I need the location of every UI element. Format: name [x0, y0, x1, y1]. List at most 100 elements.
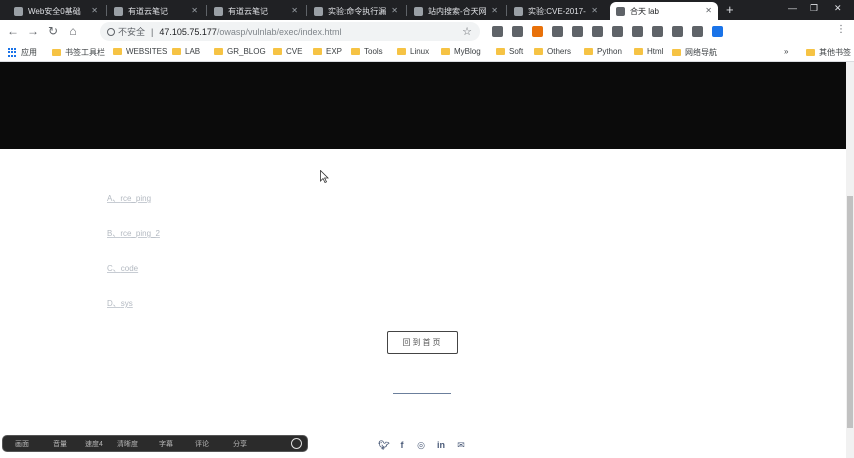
bookmarks-bar: 应用 书签工具栏 WEBSITES LAB GR_BLOG CVE EXP To…: [0, 43, 854, 62]
player-item[interactable]: 速度4: [85, 439, 103, 449]
player-item[interactable]: 评论: [195, 439, 209, 449]
close-window-button[interactable]: ✕: [834, 3, 842, 14]
bookmark-folder[interactable]: LAB: [172, 47, 200, 56]
player-item[interactable]: 分享: [233, 439, 247, 449]
bookmark-label: »: [784, 47, 789, 56]
link-rce-ping[interactable]: A、rce_ping: [107, 193, 151, 204]
tab-cve-lab[interactable]: 实验:CVE-2017- ✕: [508, 2, 604, 20]
folder-icon: [351, 48, 360, 55]
bookmark-folder[interactable]: GR_BLOG: [214, 47, 266, 56]
insecure-label: 不安全: [118, 27, 146, 37]
bookmarks-overflow-button[interactable]: »: [784, 47, 788, 56]
linkedin-icon[interactable]: in: [436, 440, 446, 450]
folder-icon: [634, 48, 643, 55]
close-tab-icon[interactable]: ✕: [491, 6, 498, 15]
minimize-button[interactable]: —: [788, 3, 797, 13]
browser-tab-strip: Web安全0基础 ✕ 有道云笔记 ✕ 有道云笔记 ✕ 实验:命令执行漏 ✕ 站内…: [0, 0, 854, 20]
bookmark-folder-other[interactable]: 其他书签: [806, 47, 851, 58]
header-banner: [0, 62, 846, 149]
info-icon[interactable]: [107, 27, 115, 36]
forward-icon[interactable]: →: [26, 24, 40, 38]
tab-site-search[interactable]: 站内搜索-合天网 ✕: [408, 2, 504, 20]
bookmark-folder[interactable]: MyBlog: [441, 47, 481, 56]
close-tab-icon[interactable]: ✕: [705, 6, 712, 15]
extension-icon[interactable]: [672, 26, 683, 37]
extension-icon[interactable]: [492, 26, 503, 37]
new-tab-button[interactable]: +: [726, 3, 734, 17]
close-tab-icon[interactable]: ✕: [91, 6, 98, 15]
back-icon[interactable]: ←: [6, 24, 20, 38]
back-home-button[interactable]: 回到首页: [387, 331, 458, 354]
tab-hetian-lab[interactable]: 合天 lab ✕: [610, 2, 718, 20]
bookmark-star-icon[interactable]: ☆: [462, 25, 472, 38]
extension-icon[interactable]: [572, 26, 583, 37]
tab-favicon-icon: [514, 6, 523, 16]
menu-icon[interactable]: ⋮: [836, 24, 847, 35]
tab-web-security[interactable]: Web安全0基础 ✕: [8, 2, 104, 20]
extension-icon[interactable]: [592, 26, 603, 37]
extension-icon[interactable]: [512, 26, 523, 37]
footer-divider: [393, 393, 451, 394]
scrollbar-thumb[interactable]: [847, 196, 853, 428]
mouse-cursor-icon: [320, 170, 329, 183]
extension-icon[interactable]: [612, 26, 623, 37]
bookmark-folder[interactable]: WEBSITES: [113, 47, 167, 56]
extension-icon[interactable]: [692, 26, 703, 37]
bookmark-folder[interactable]: Soft: [496, 47, 523, 56]
close-tab-icon[interactable]: ✕: [391, 6, 398, 15]
tab-youdao-1[interactable]: 有道云笔记 ✕: [108, 2, 204, 20]
close-tab-icon[interactable]: ✕: [591, 6, 598, 15]
bookmark-folder[interactable]: CVE: [273, 47, 302, 56]
player-item[interactable]: 字幕: [159, 439, 173, 449]
extension-icon[interactable]: [552, 26, 563, 37]
bookmark-folder[interactable]: EXP: [313, 47, 342, 56]
twitter-icon[interactable]: 🐦︎: [378, 440, 389, 450]
bookmark-label: EXP: [326, 47, 343, 56]
instagram-icon[interactable]: ◎: [416, 440, 426, 450]
address-bar[interactable]: 不安全 | 47.105.75.177 /owasp/vulnlab/exec/…: [100, 22, 480, 41]
link-code[interactable]: C、code: [107, 263, 138, 274]
folder-icon: [534, 48, 543, 55]
bookmark-folder[interactable]: Others: [534, 47, 571, 56]
extension-icon[interactable]: [652, 26, 663, 37]
bookmark-folder[interactable]: Linux: [397, 47, 429, 56]
bookmark-folder[interactable]: Html: [634, 47, 663, 56]
bookmark-folder[interactable]: Tools: [351, 47, 383, 56]
video-player-bar: 画面 音量 速度4 清晰度 字幕 评论 分享: [2, 435, 308, 452]
folder-icon: [52, 49, 61, 56]
tab-title: 实验:命令执行漏: [328, 6, 387, 16]
player-item[interactable]: 音量: [53, 439, 67, 449]
folder-icon: [172, 48, 181, 55]
bookmark-label: Soft: [509, 47, 524, 56]
home-icon[interactable]: ⌂: [66, 24, 80, 38]
bookmark-apps[interactable]: 应用: [8, 47, 37, 58]
folder-icon: [496, 48, 505, 55]
extension-icon[interactable]: [532, 26, 543, 37]
bookmark-label: WEBSITES: [126, 47, 168, 56]
tab-favicon-icon: [14, 6, 23, 16]
page-scrollbar[interactable]: [846, 62, 854, 458]
email-icon[interactable]: ✉: [456, 440, 466, 450]
close-tab-icon[interactable]: ✕: [191, 6, 198, 15]
tab-youdao-2[interactable]: 有道云笔记 ✕: [208, 2, 304, 20]
extension-icon[interactable]: [632, 26, 643, 37]
player-item[interactable]: 清晰度: [117, 439, 138, 449]
link-rce-ping-2[interactable]: B、rce_ping_2: [107, 228, 160, 239]
bookmark-folder[interactable]: 网络导航: [672, 47, 717, 58]
close-tab-icon[interactable]: ✕: [291, 6, 298, 15]
bookmark-label: MyBlog: [454, 47, 481, 56]
bookmark-label: LAB: [185, 47, 201, 56]
link-sys[interactable]: D、sys: [107, 298, 133, 309]
bookmark-folder[interactable]: Python: [584, 47, 622, 56]
apps-icon: [8, 48, 17, 57]
folder-icon: [584, 48, 593, 55]
bookmark-label: CVE: [286, 47, 303, 56]
player-item[interactable]: 画面: [15, 439, 29, 449]
maximize-button[interactable]: ❐: [810, 3, 818, 14]
reload-icon[interactable]: ↻: [46, 24, 60, 38]
tab-exec-lab[interactable]: 实验:命令执行漏 ✕: [308, 2, 404, 20]
power-icon[interactable]: [291, 438, 302, 449]
extension-icon[interactable]: [712, 26, 723, 37]
bookmark-folder[interactable]: 书签工具栏: [52, 47, 105, 58]
facebook-icon[interactable]: f: [397, 440, 407, 450]
